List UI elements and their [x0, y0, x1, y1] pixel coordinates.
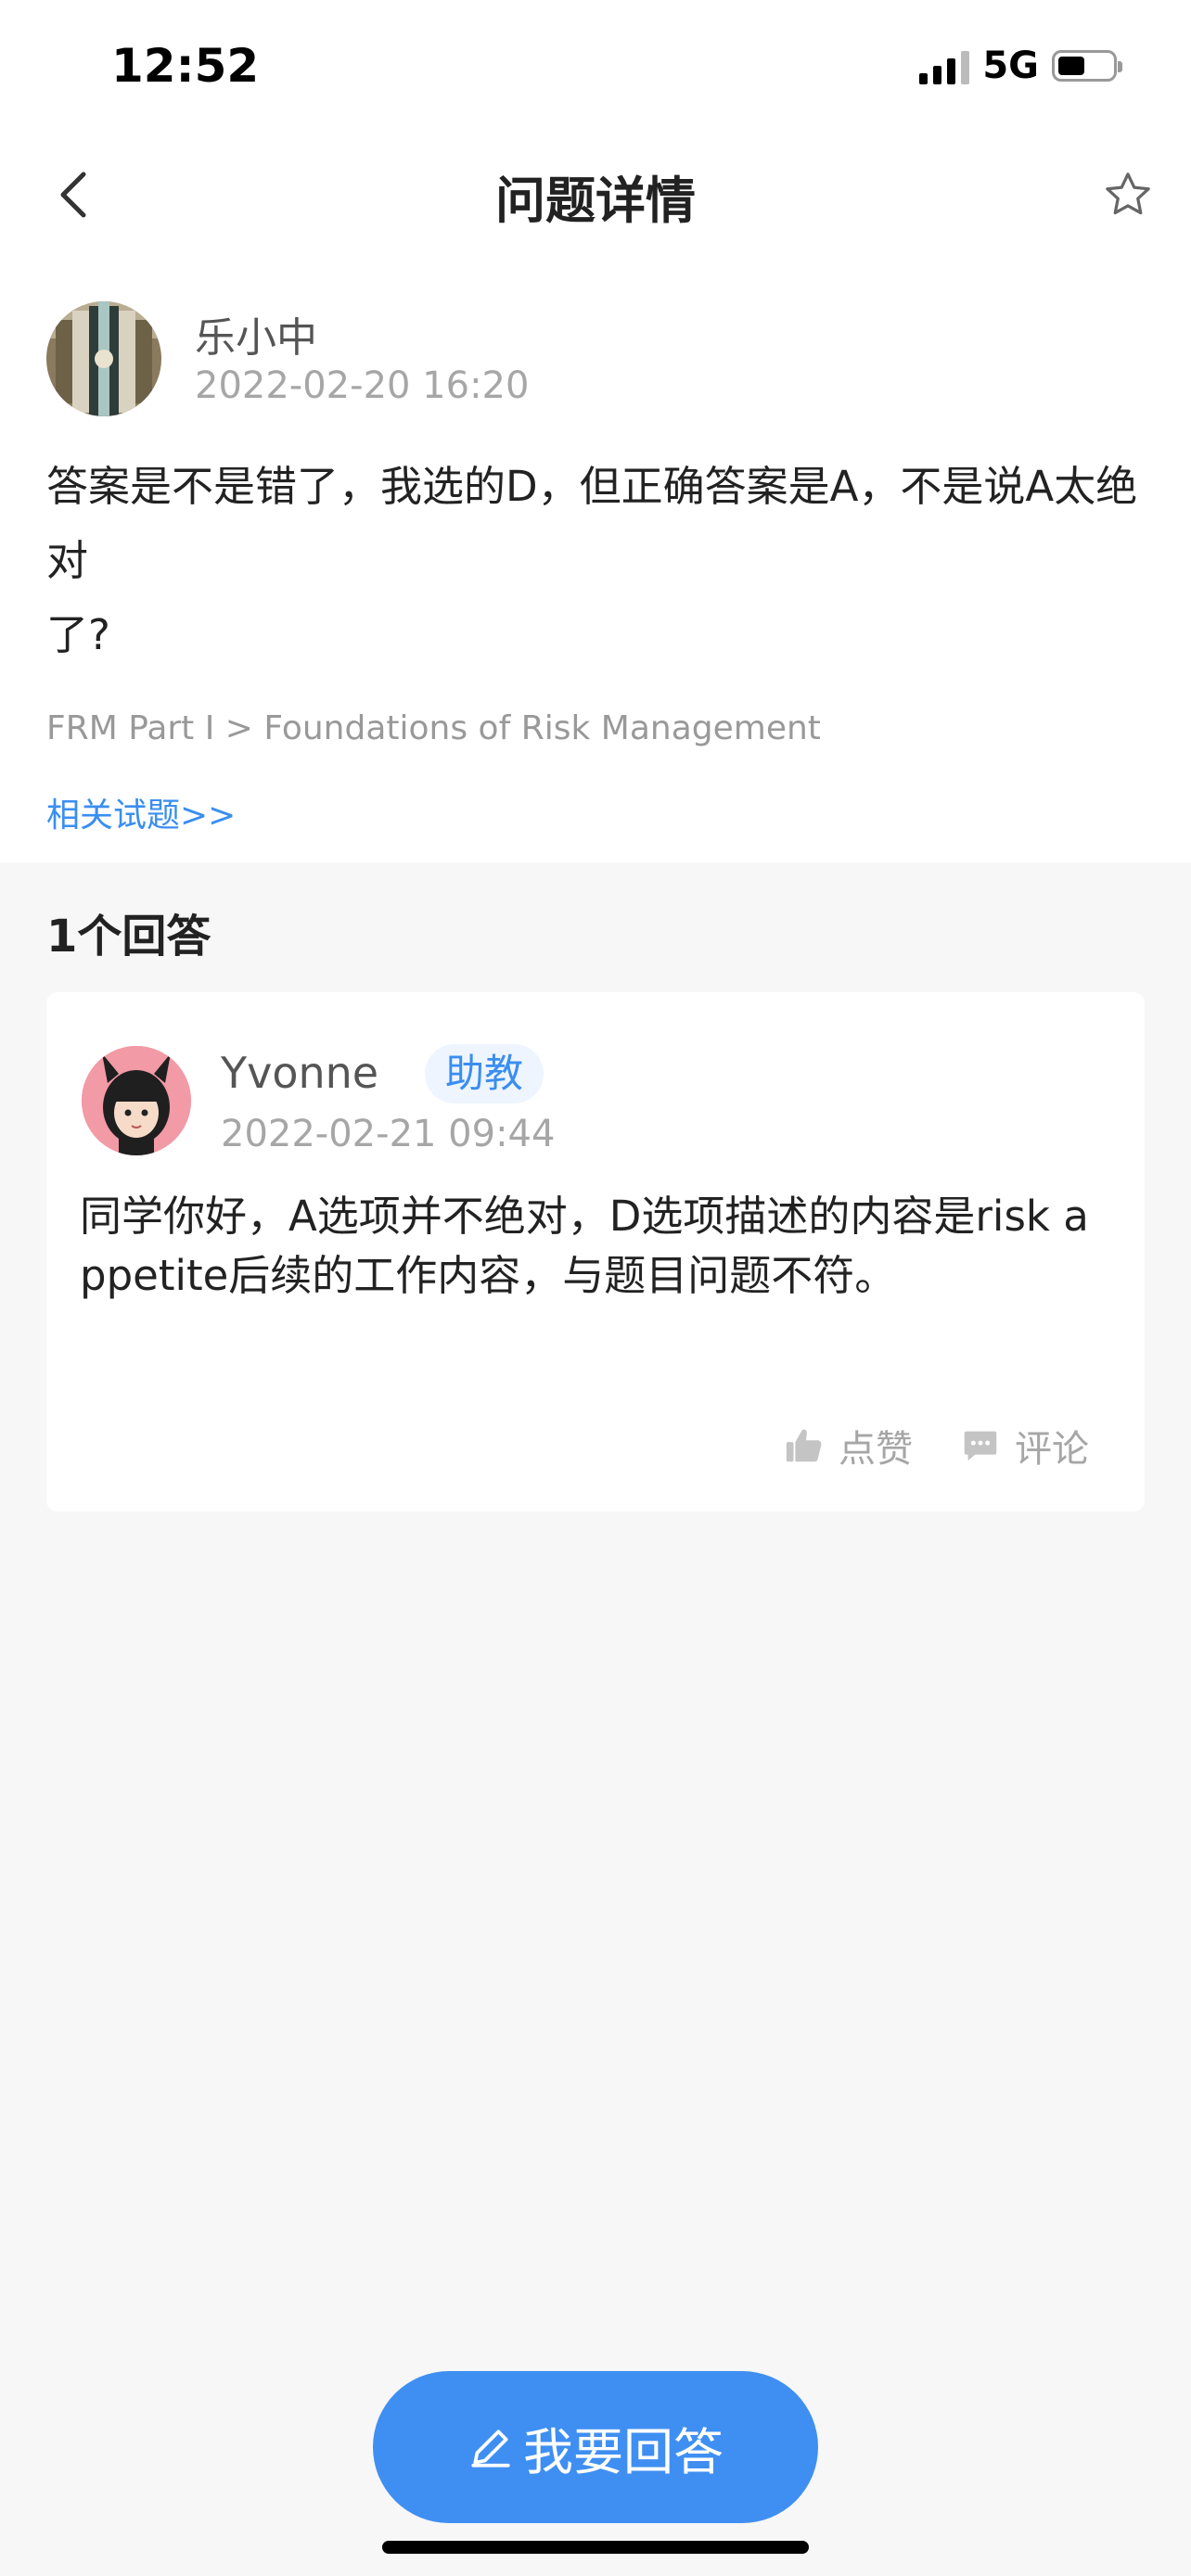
edit-pencil-icon [471, 2429, 510, 2468]
answer-card: Yvonne 助教 2022-02-21 09:44 同学你好，A选项并不绝对，… [46, 992, 1145, 1511]
thumbs-up-icon [786, 1429, 822, 1462]
answer-text: 同学你好，A选项并不绝对，D选项描述的内容是risk appetite后续的工作… [80, 1192, 1089, 1300]
question-section: 乐小中 2022-02-20 16:20 答案是不是错了，我选的D，但正确答案是… [0, 260, 1191, 862]
question-category: FRM Part I > Foundations of Risk Managem… [46, 709, 821, 747]
screen: 12:52 5G 问题详情 乐小中 2022-02-20 16:20 答案是不是… [0, 0, 1191, 2576]
status-time: 12:52 [111, 39, 260, 93]
comment-label: 评论 [1015, 1428, 1089, 1471]
network-type: 5G [982, 45, 1039, 87]
page-title: 问题详情 [495, 172, 696, 230]
home-indicator [382, 2541, 809, 2554]
nav-bar: 问题详情 [0, 130, 1191, 260]
avatar-image [46, 301, 161, 416]
comment-bubble-icon [964, 1431, 997, 1461]
answerer-avatar[interactable] [82, 1046, 191, 1155]
star-outline-icon [1106, 172, 1150, 215]
answerer-name: Yvonne [221, 1048, 379, 1098]
role-badge: 助教 [425, 1044, 544, 1103]
question-timestamp: 2022-02-20 16:20 [195, 364, 530, 407]
related-questions-link[interactable]: 相关试题>> [46, 788, 236, 836]
comment-button[interactable]: 评论 [959, 1419, 1089, 1473]
answers-count-heading: 1个回答 [46, 911, 211, 963]
write-answer-label: 我要回答 [523, 2422, 724, 2481]
like-label: 点赞 [839, 1428, 913, 1471]
write-answer-button[interactable]: 我要回答 [373, 2371, 818, 2523]
status-indicators: 5G [919, 45, 1122, 87]
status-bar: 12:52 5G [0, 0, 1191, 130]
avatar-image [82, 1046, 191, 1155]
question-text: 答案是不是错了，我选的D，但正确答案是A，不是说A太绝对 了? [46, 462, 1138, 659]
answer-actions: 点赞 评论 [783, 1419, 1089, 1473]
answer-timestamp: 2022-02-21 09:44 [221, 1113, 556, 1155]
favorite-button[interactable] [1091, 158, 1165, 232]
battery-icon [1052, 50, 1122, 82]
signal-icon [919, 47, 970, 84]
asker-name: 乐小中 [195, 314, 317, 362]
asker-avatar[interactable] [46, 301, 161, 416]
like-button[interactable]: 点赞 [783, 1419, 913, 1473]
